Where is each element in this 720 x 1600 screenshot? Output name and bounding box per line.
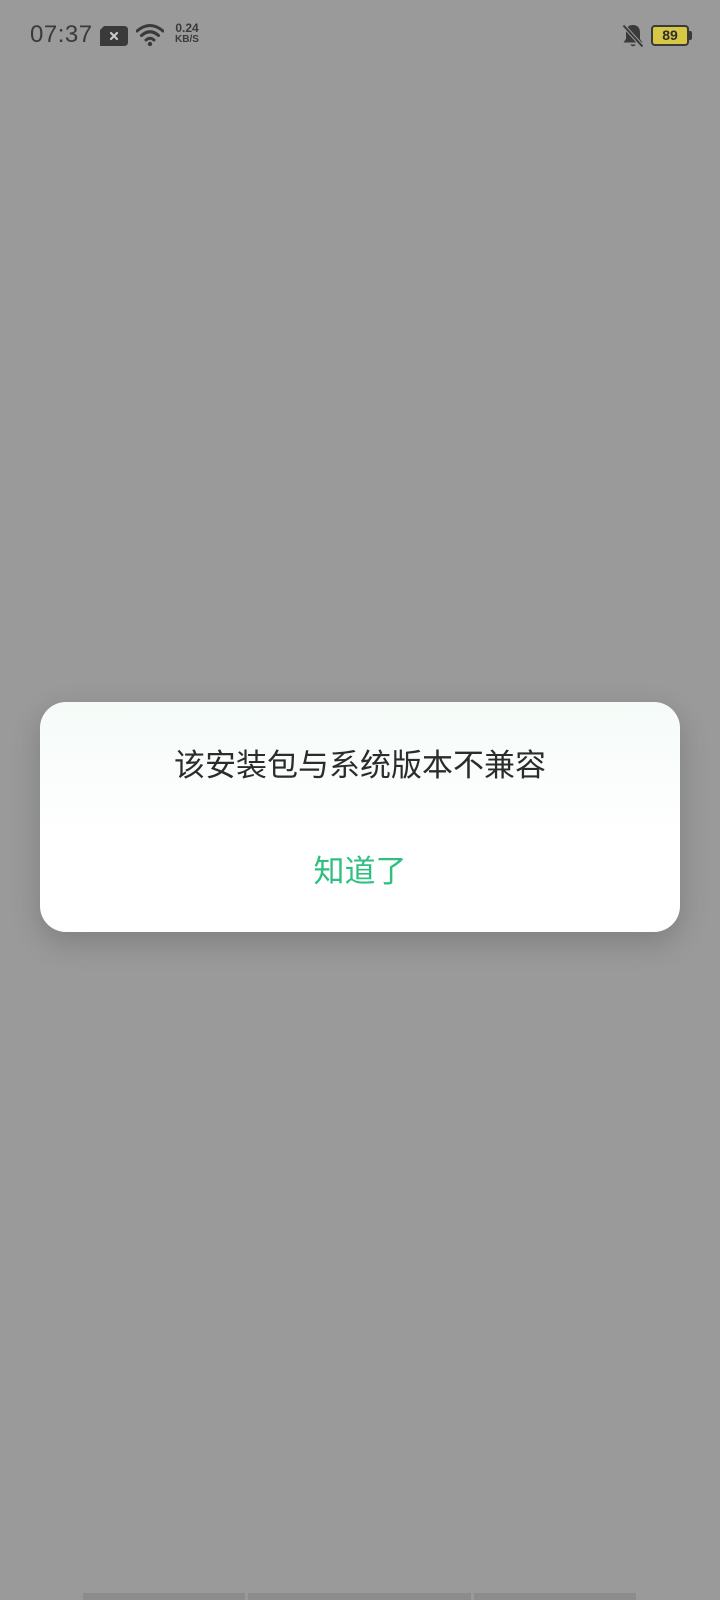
nav-handle-segment	[83, 1593, 245, 1600]
nav-handle-segment	[474, 1593, 636, 1600]
sim-icon	[100, 26, 128, 46]
battery-icon: 89	[651, 25, 692, 46]
battery-body: 89	[651, 25, 689, 46]
dialog-message: 该安装包与系统版本不兼容	[174, 748, 546, 784]
battery-level: 89	[662, 27, 678, 43]
status-bar: 07:37 0.24 KB/S 89	[0, 0, 720, 72]
status-time: 07:37	[30, 21, 93, 48]
network-speed-unit: KB/S	[175, 34, 199, 45]
incompatible-package-dialog: 该安装包与系统版本不兼容 知道了	[40, 702, 680, 932]
nav-handle-segment	[248, 1593, 471, 1600]
wifi-icon	[135, 23, 165, 47]
network-speed: 0.24 KB/S	[171, 22, 203, 46]
battery-tip	[689, 31, 692, 40]
network-speed-value: 0.24	[175, 21, 199, 35]
bell-off-icon	[621, 23, 645, 49]
navigation-handle	[83, 1593, 636, 1600]
got-it-button[interactable]: 知道了	[240, 844, 480, 900]
